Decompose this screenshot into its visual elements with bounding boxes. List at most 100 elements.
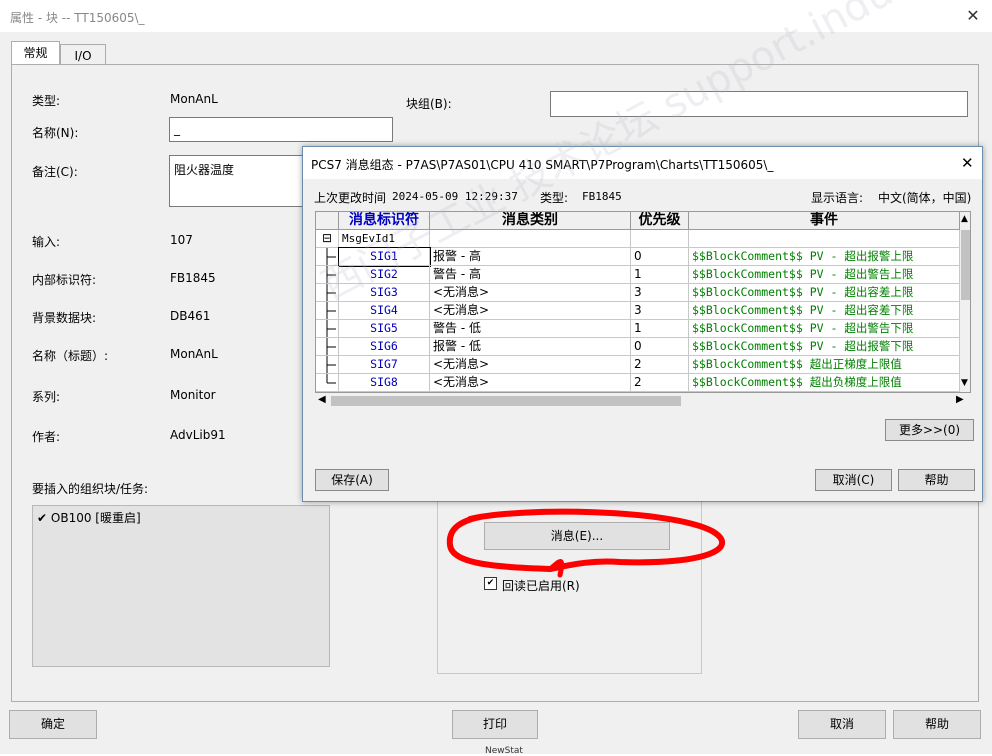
tree-line-icon [326,338,336,355]
scroll-thumb[interactable] [961,230,970,300]
message-grid[interactable]: 消息标识符 消息类别 优先级 事件 ⊟ MsgEvId1 SIG1 报警 - 高0… [315,211,971,393]
last-changed-value: 2024-05-09 12:29:37 [392,190,518,203]
table-cell-category[interactable]: <无消息> [430,302,631,320]
table-cell-category[interactable]: 警告 - 低 [430,320,631,338]
tree-connector [316,320,339,338]
scroll-left-icon[interactable]: ◀ [318,394,326,405]
scroll-down-icon[interactable]: ▼ [961,378,968,388]
save-button[interactable]: 保存(A) [315,469,389,491]
input-value: 107 [170,233,193,247]
dialog-cancel-button[interactable]: 取消(C) [815,469,892,491]
instance-db-value: DB461 [170,309,211,323]
table-cell-event[interactable]: $$BlockComment$$ PV - 超出报警上限 [689,248,960,266]
dialog-help-button[interactable]: 帮助 [898,469,975,491]
table-cell-id[interactable]: SIG1 [338,247,431,267]
column-header-id[interactable]: 消息标识符 [339,212,430,230]
table-cell-category[interactable]: 报警 - 高 [430,248,631,266]
insert-ob-label: 要插入的组织块/任务: [32,482,149,496]
table-cell-id[interactable]: SIG7 [339,356,430,374]
tab-io-label: I/O [74,49,92,63]
background-strip-text: NewStat [485,746,523,756]
comment-field[interactable]: 阻火器温度 [169,155,309,207]
table-cell-event[interactable]: $$BlockComment$$ PV - 超出容差下限 [689,302,960,320]
check-icon: ✔ [37,511,48,525]
tree-line-icon [326,266,336,283]
ob-list[interactable]: ✔ OB100 [暖重启] [32,505,330,667]
tree-line-icon [326,374,336,384]
message-config-dialog: PCS7 消息组态 - P7AS\P7AS01\CPU 410 SMART\P7… [302,146,983,502]
tree-connector [316,374,339,392]
table-cell-priority[interactable]: 3 [631,302,689,320]
column-header-priority[interactable]: 优先级 [631,212,689,230]
more-button[interactable]: 更多>>(0) [885,419,974,441]
list-item[interactable]: ✔ OB100 [暖重启] [37,509,141,526]
group-expander[interactable]: ⊟ [316,230,339,248]
block-group-label: 块组(B): [406,97,452,111]
help-button[interactable]: 帮助 [893,710,981,739]
group-cell [631,230,689,248]
table-cell-event[interactable]: $$BlockComment$$ PV - 超出警告下限 [689,320,960,338]
author-label: 作者: [32,430,61,444]
column-header-category[interactable]: 消息类别 [430,212,631,230]
scroll-right-icon[interactable]: ▶ [956,394,964,405]
table-cell-id[interactable]: SIG2 [339,266,430,284]
annotation-circle [446,508,726,578]
table-cell-category[interactable]: <无消息> [430,374,631,392]
tab-io[interactable]: I/O [60,44,106,65]
table-cell-priority[interactable]: 2 [631,356,689,374]
ok-button[interactable]: 确定 [9,710,97,739]
column-header-event[interactable]: 事件 [689,212,960,230]
table-cell-priority[interactable]: 2 [631,374,689,392]
instance-db-label: 背景数据块: [32,311,97,325]
close-icon[interactable]: ✕ [962,6,984,26]
table-cell-id[interactable]: SIG6 [339,338,430,356]
family-value: Monitor [170,388,216,402]
table-cell-category[interactable]: <无消息> [430,284,631,302]
block-group-input[interactable] [550,91,968,117]
last-changed-label: 上次更改时间 [314,191,387,205]
tab-general[interactable]: 常规 [11,41,60,65]
author-value: AdvLib91 [170,428,226,442]
table-cell-priority[interactable]: 3 [631,284,689,302]
name-input-value: _ [174,122,180,136]
table-cell-priority[interactable]: 1 [631,320,689,338]
tab-general-label: 常规 [23,46,48,60]
table-cell-event[interactable]: $$BlockComment$$ PV - 超出容差上限 [689,284,960,302]
table-cell-event[interactable]: $$BlockComment$$ 超出正梯度上限值 [689,356,960,374]
cancel-button[interactable]: 取消 [798,710,886,739]
table-cell-category[interactable]: 报警 - 低 [430,338,631,356]
tree-connector [316,284,339,302]
scroll-thumb[interactable] [331,396,681,406]
close-icon[interactable]: ✕ [961,154,974,172]
table-cell-priority[interactable]: 0 [631,248,689,266]
scroll-up-icon[interactable]: ▲ [961,214,968,224]
table-cell-category[interactable]: 警告 - 高 [430,266,631,284]
table-cell-id[interactable]: SIG5 [339,320,430,338]
table-cell-id[interactable]: SIG4 [339,302,430,320]
table-cell-priority[interactable]: 0 [631,338,689,356]
tree-line-icon [326,248,336,265]
display-language-value: 中文(简体，中国) [878,191,972,205]
table-cell-id[interactable]: SIG3 [339,284,430,302]
table-cell-id[interactable]: SIG8 [339,374,430,392]
table-cell-event[interactable]: $$BlockComment$$ PV - 超出报警下限 [689,338,960,356]
message-dialog-titlebar: PCS7 消息组态 - P7AS\P7AS01\CPU 410 SMART\P7… [303,147,982,179]
window-title: 属性 - 块 -- TT150605\_ [10,11,145,25]
dialog-type-label: 类型: [540,191,569,205]
internal-id-value: FB1845 [170,271,216,285]
name-input[interactable]: _ [169,117,393,142]
name-label: 名称(N): [32,126,79,140]
table-cell-priority[interactable]: 1 [631,266,689,284]
table-cell-event[interactable]: $$BlockComment$$ PV - 超出警告上限 [689,266,960,284]
table-cell-category[interactable]: <无消息> [430,356,631,374]
table-cell-event[interactable]: $$BlockComment$$ 超出负梯度上限值 [689,374,960,392]
group-name: MsgEvId1 [339,230,430,248]
type-value: MonAnL [170,92,218,106]
horizontal-scrollbar[interactable]: ◀ ▶ [315,393,971,409]
tree-line-icon [326,302,336,319]
grid-corner [316,212,339,230]
print-button[interactable]: 打印 [452,710,538,739]
message-dialog-title: PCS7 消息组态 - P7AS\P7AS01\CPU 410 SMART\P7… [311,158,774,172]
vertical-scrollbar[interactable]: ▲ ▼ [960,212,970,392]
tree-line-icon [326,284,336,301]
